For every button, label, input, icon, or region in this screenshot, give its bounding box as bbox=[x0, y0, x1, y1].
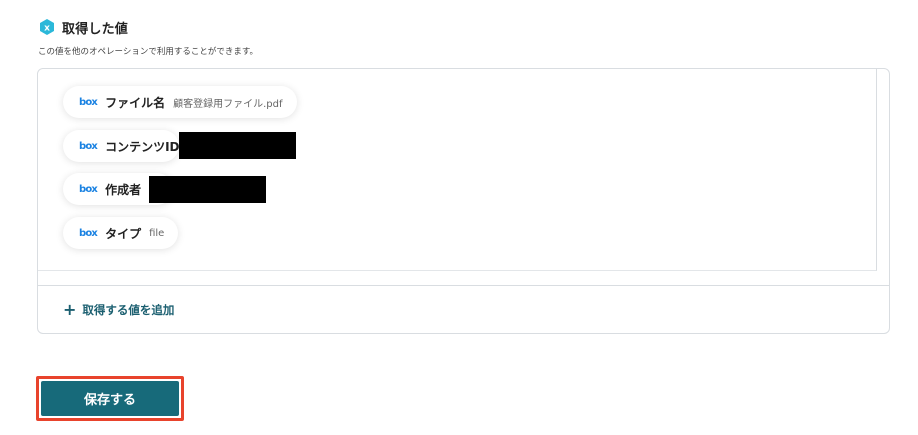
field-pill-type[interactable]: box タイプ file bbox=[63, 217, 179, 249]
variable-x-icon: x bbox=[40, 19, 54, 35]
redacted-value bbox=[149, 176, 266, 203]
box-logo-icon: box bbox=[79, 183, 98, 195]
field-value: 顧客登録用ファイル.pdf bbox=[173, 98, 283, 110]
field-label: コンテンツID bbox=[105, 139, 180, 154]
field-pill-file-name[interactable]: box ファイル名 顧客登録用ファイル.pdf bbox=[63, 86, 297, 118]
section-header: x 取得した値 bbox=[38, 17, 128, 37]
field-pill-content-id[interactable]: box コンテンツID bbox=[63, 130, 180, 162]
field-value: file bbox=[149, 227, 165, 239]
acquired-values-panel: box ファイル名 顧客登録用ファイル.pdf box コンテンツID box … bbox=[37, 68, 890, 334]
add-value-label: 取得する値を追加 bbox=[82, 303, 175, 317]
plus-icon: + bbox=[63, 300, 77, 319]
svg-text:x: x bbox=[44, 24, 50, 34]
field-list: box ファイル名 顧客登録用ファイル.pdf box コンテンツID box … bbox=[38, 69, 877, 271]
section-title: 取得した値 bbox=[62, 21, 129, 37]
save-button[interactable]: 保存する bbox=[41, 381, 179, 416]
box-logo-icon: box bbox=[79, 140, 98, 152]
field-label: タイプ bbox=[105, 226, 142, 241]
section-description: この値を他のオペレーションで利用することができます。 bbox=[38, 47, 258, 57]
redacted-value bbox=[179, 132, 296, 159]
box-logo-icon: box bbox=[79, 96, 98, 108]
divider bbox=[38, 285, 889, 286]
field-label: ファイル名 bbox=[105, 95, 166, 110]
field-label: 作成者 bbox=[105, 182, 142, 197]
add-value-button[interactable]: + 取得する値を追加 bbox=[63, 302, 174, 318]
box-logo-icon: box bbox=[79, 227, 98, 239]
